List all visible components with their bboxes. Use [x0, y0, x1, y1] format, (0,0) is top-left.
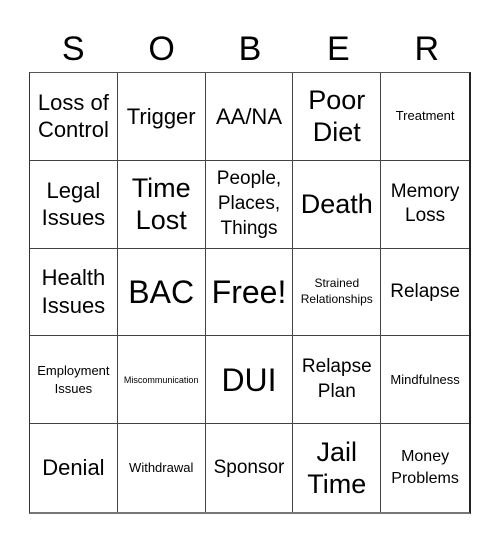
- bingo-cell[interactable]: Trigger: [117, 73, 206, 161]
- bingo-cell[interactable]: Money Problems: [381, 424, 469, 512]
- free-space[interactable]: Free!: [205, 248, 294, 337]
- bingo-cell[interactable]: Relapse Plan: [293, 336, 382, 425]
- bingo-cell[interactable]: Health Issues: [30, 248, 118, 337]
- bingo-cell[interactable]: Strained Relationships: [293, 248, 382, 337]
- bingo-cell[interactable]: BAC: [117, 248, 206, 337]
- header-letter-o: O: [148, 30, 175, 68]
- bingo-cell[interactable]: Legal Issues: [30, 160, 118, 249]
- bingo-cell[interactable]: Denial: [30, 424, 118, 512]
- bingo-cell[interactable]: Death: [293, 160, 382, 249]
- bingo-cell[interactable]: Time Lost: [117, 160, 206, 249]
- bingo-cell[interactable]: Employment Issues: [30, 336, 118, 425]
- header-letter-e: E: [327, 30, 350, 68]
- bingo-cell[interactable]: Relapse: [381, 249, 469, 337]
- bingo-grid: Loss of Control Trigger AA/NA Poor Diet …: [29, 72, 471, 514]
- bingo-cell[interactable]: Withdrawal: [118, 424, 206, 512]
- bingo-cell[interactable]: Miscommunication: [117, 336, 206, 425]
- bingo-cell[interactable]: Poor Diet: [293, 73, 382, 161]
- header-letter-r: R: [414, 30, 440, 68]
- bingo-cell[interactable]: Sponsor: [206, 424, 294, 512]
- bingo-header: S O B E R: [29, 26, 471, 72]
- bingo-cell[interactable]: People, Places, Things: [205, 160, 294, 249]
- header-letter-s: S: [61, 30, 85, 68]
- bingo-cell[interactable]: DUI: [205, 336, 294, 425]
- bingo-cell[interactable]: Mindfulness: [381, 336, 469, 425]
- header-letter-b: B: [238, 30, 262, 68]
- bingo-cell[interactable]: AA/NA: [205, 73, 294, 161]
- bingo-cell[interactable]: Treatment: [381, 73, 469, 161]
- bingo-cell[interactable]: Jail Time: [293, 424, 382, 512]
- bingo-cell[interactable]: Memory Loss: [381, 161, 469, 249]
- bingo-cell[interactable]: Loss of Control: [30, 73, 118, 161]
